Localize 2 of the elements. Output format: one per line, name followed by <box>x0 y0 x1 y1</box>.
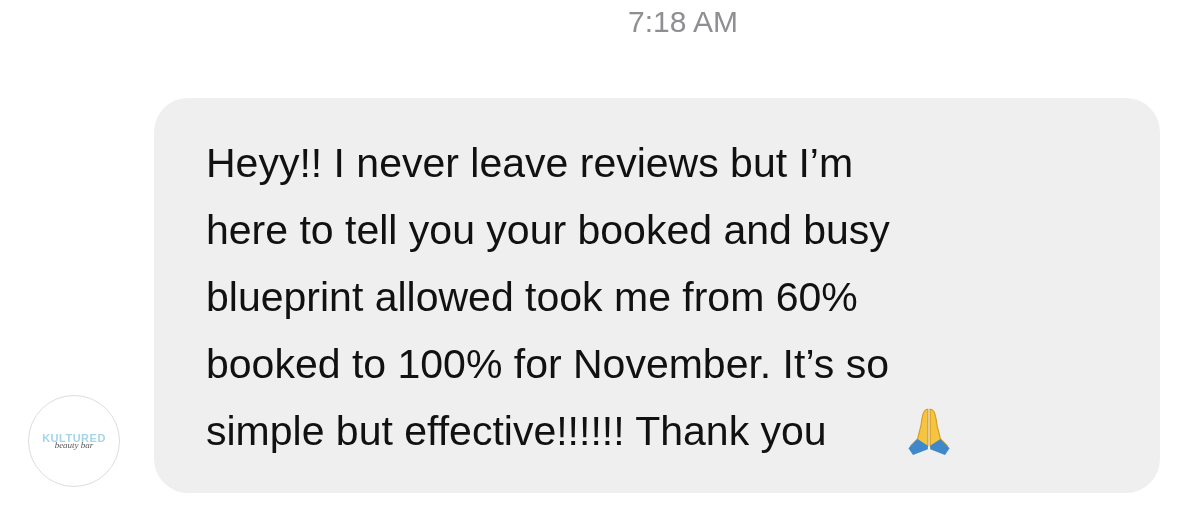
message-text: Heyy!! I never leave reviews but I’m here to tell you your booked and busy blueprint allowed took me from 60% booked to 100% for November. It’s so simple but effective!!!!!! Thank you <box>206 139 890 456</box>
message-timestamp: 7:18 AM <box>626 4 740 40</box>
